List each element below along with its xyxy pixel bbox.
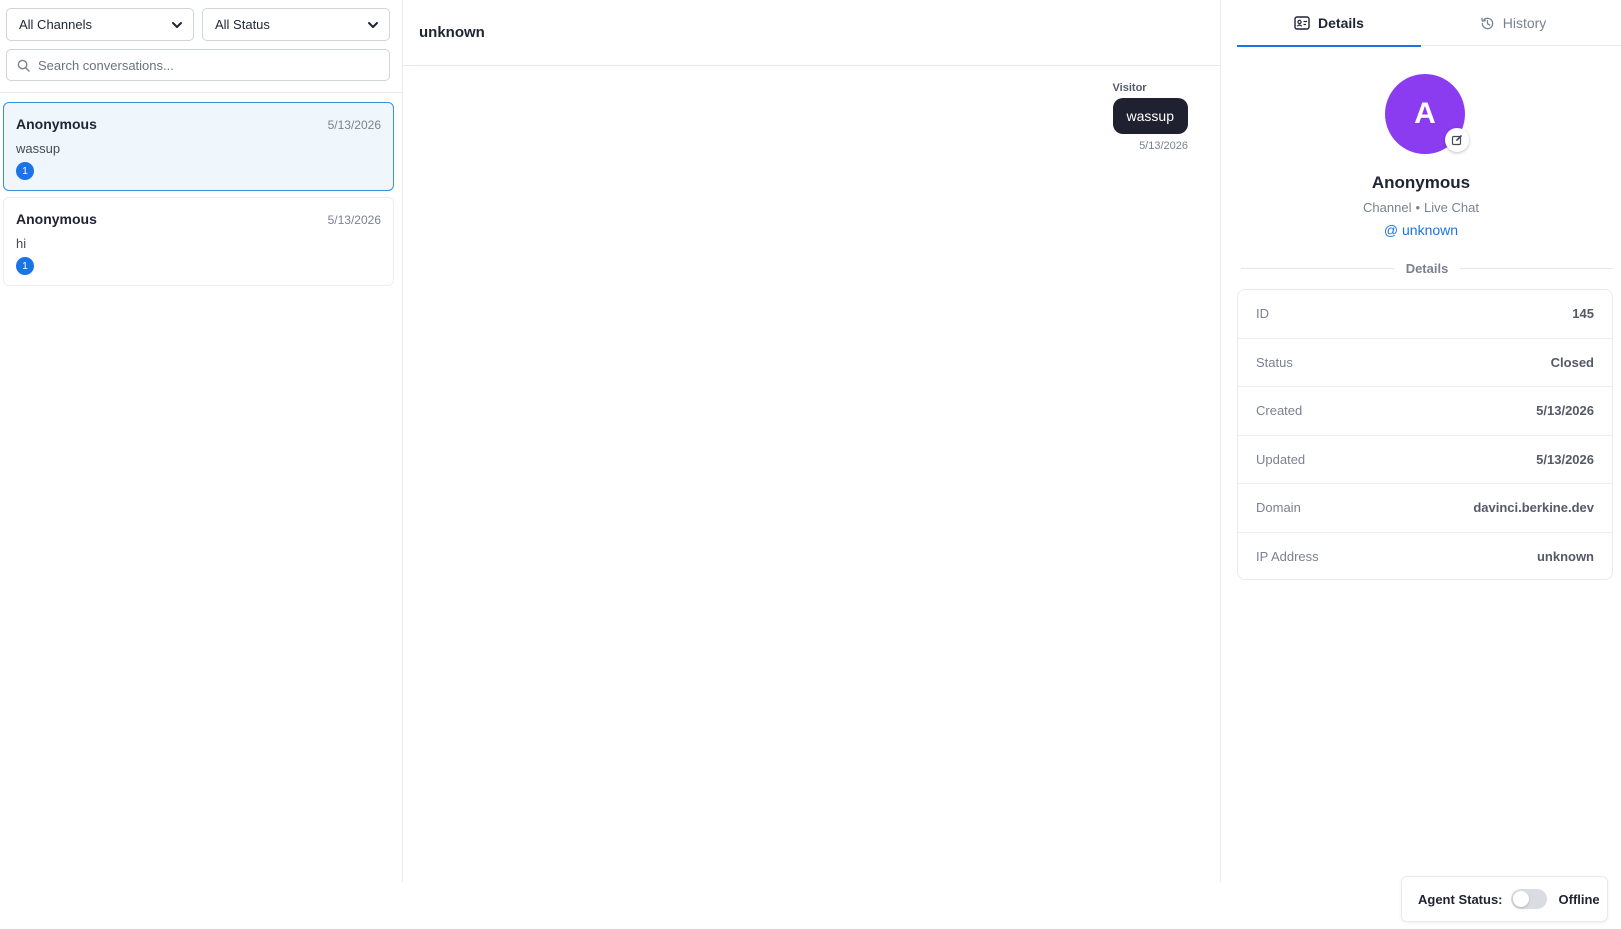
agent-status-value: Offline <box>1558 891 1600 907</box>
history-icon <box>1480 17 1493 29</box>
message-timestamp: 5/13/2026 <box>1139 140 1188 152</box>
conversation-preview: wassup <box>16 141 61 156</box>
channel-filter-value: All Channels <box>19 17 92 32</box>
detail-key: Created <box>1256 403 1303 419</box>
detail-value: Closed <box>1550 354 1594 370</box>
message-sender: Visitor <box>1112 82 1147 94</box>
channel-value: Live Chat <box>1424 200 1479 215</box>
channel-label: Channel <box>1363 200 1412 215</box>
details-section-label: Details <box>1405 261 1449 276</box>
detail-row-status: Status Closed <box>1238 339 1612 387</box>
detail-row-id: ID 145 <box>1238 290 1612 339</box>
message-bubble: wassup <box>1112 98 1188 134</box>
chevron-down-icon <box>368 21 378 28</box>
conversation-name: Anonymous <box>16 211 97 227</box>
detail-key: ID <box>1256 306 1269 322</box>
conversation-item[interactable]: Anonymous 5/13/2026 hi 1 <box>3 197 394 286</box>
contact-details-panel: Details History A Anonymous Channel • Live… <box>1221 0 1621 882</box>
divider <box>1241 268 1394 269</box>
conversation-date: 5/13/2026 <box>327 213 381 227</box>
conversation-list-panel: All Channels All Status Anonymous 5/13/2… <box>0 0 403 882</box>
contact-handle-link[interactable]: @ unknown <box>1221 222 1621 238</box>
unread-badge: 1 <box>16 257 34 275</box>
id-card-icon <box>1294 16 1310 30</box>
detail-value: 5/13/2026 <box>1536 403 1594 419</box>
chat-title: unknown <box>419 24 485 41</box>
tab-details[interactable]: Details <box>1237 0 1421 47</box>
contact-channel: Channel • Live Chat <box>1221 200 1621 215</box>
conversation-item[interactable]: Anonymous 5/13/2026 wassup 1 <box>3 102 394 191</box>
search-box <box>6 49 390 81</box>
details-tabs: Details History <box>1237 0 1621 47</box>
conversation-preview: hi <box>16 236 27 251</box>
filter-bar: All Channels All Status <box>6 8 390 41</box>
detail-row-created: Created 5/13/2026 <box>1238 387 1612 436</box>
separator-dot: • <box>1415 200 1421 215</box>
conversation-date: 5/13/2026 <box>327 118 381 132</box>
status-filter-value: All Status <box>215 17 270 32</box>
avatar-initial: A <box>1414 97 1436 130</box>
chat-panel: unknown Visitor wassup 5/13/2026 <box>403 0 1221 882</box>
detail-value: unknown <box>1536 549 1594 565</box>
divider <box>1460 268 1614 269</box>
search-input[interactable] <box>38 57 368 73</box>
unread-badge: 1 <box>16 162 34 180</box>
contact-name: Anonymous <box>1371 173 1471 192</box>
chevron-down-icon <box>172 21 182 28</box>
details-section-header: Details <box>1241 261 1614 276</box>
status-filter-select[interactable]: All Status <box>202 8 390 41</box>
agent-status-toggle[interactable] <box>1510 889 1547 909</box>
detail-row-ip-address: IP Address unknown <box>1238 533 1612 580</box>
detail-key: Domain <box>1256 500 1301 516</box>
tab-details-label: Details <box>1318 15 1364 31</box>
agent-status-label: Agent Status: <box>1418 891 1503 907</box>
chat-header: unknown <box>403 0 1220 66</box>
message: Visitor wassup 5/13/2026 <box>1112 82 1188 152</box>
tab-history[interactable]: History <box>1421 0 1605 46</box>
detail-row-domain: Domain davinci.berkine.dev <box>1238 484 1612 533</box>
edit-icon <box>1451 134 1463 146</box>
agent-status-widget: Agent Status: Offline <box>1401 876 1608 922</box>
toggle-knob <box>1512 891 1529 907</box>
tab-history-label: History <box>1502 15 1547 31</box>
details-card: ID 145 Status Closed Created 5/13/2026 U… <box>1237 289 1613 580</box>
avatar: A <box>1385 74 1469 154</box>
channel-filter-select[interactable]: All Channels <box>6 8 194 41</box>
search-icon <box>17 59 30 72</box>
detail-key: Status <box>1256 354 1293 370</box>
conversation-name: Anonymous <box>16 116 97 132</box>
detail-key: Updated <box>1256 451 1306 467</box>
detail-value: davinci.berkine.dev <box>1473 500 1594 516</box>
divider <box>0 92 402 93</box>
detail-key: IP Address <box>1256 549 1319 565</box>
detail-value: 5/13/2026 <box>1536 451 1594 467</box>
detail-row-updated: Updated 5/13/2026 <box>1238 436 1612 484</box>
edit-avatar-button[interactable] <box>1445 128 1469 152</box>
detail-value: 145 <box>1572 306 1594 322</box>
